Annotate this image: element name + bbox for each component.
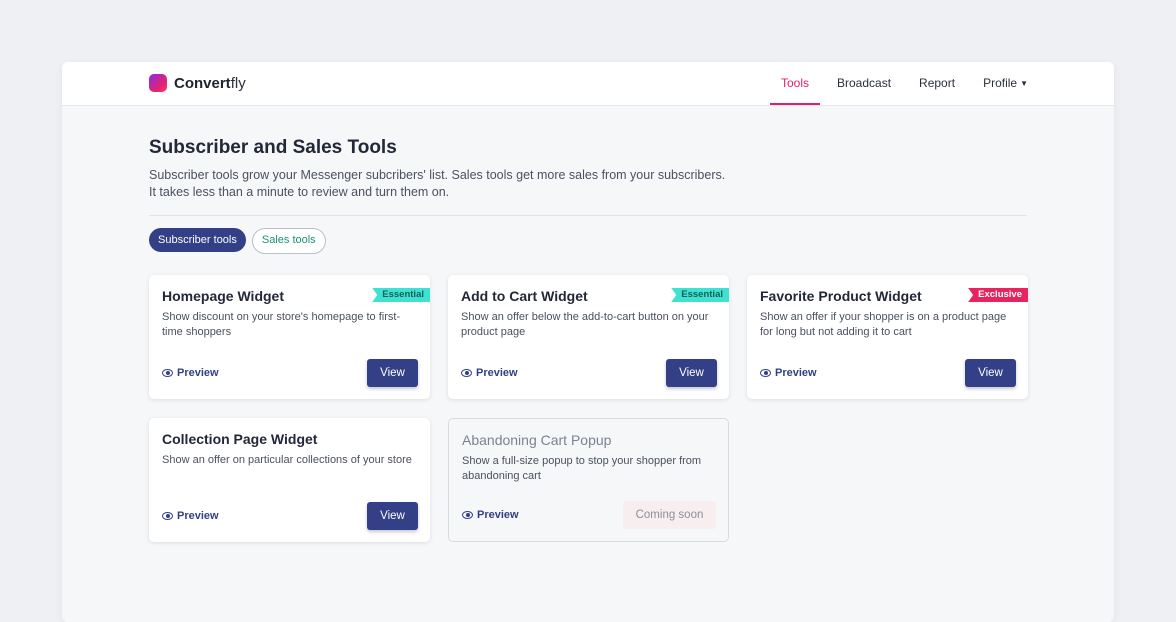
view-button[interactable]: View: [666, 359, 717, 387]
divider: [149, 215, 1027, 216]
main-content: Subscriber and Sales Tools Subscriber to…: [149, 105, 1028, 542]
tool-filter: Subscriber tools Sales tools: [149, 228, 1027, 254]
preview-label: Preview: [177, 510, 219, 522]
tool-cards: Homepage Widget Essential Show discount …: [149, 275, 1028, 545]
eye-icon: [462, 511, 473, 519]
page-description-line-2: It takes less than a minute to review an…: [149, 185, 450, 199]
view-button[interactable]: View: [367, 359, 418, 387]
chevron-down-icon: ▼: [1020, 79, 1028, 88]
brand-name: Convertfly: [174, 74, 246, 92]
card-title: Add to Cart Widget: [461, 288, 588, 304]
exclusive-badge: Exclusive: [968, 288, 1028, 302]
essential-badge: Essential: [372, 288, 430, 302]
main-nav: Tools Broadcast Report Profile ▼: [753, 62, 1028, 105]
preview-link[interactable]: Preview: [462, 509, 519, 521]
brand-logo[interactable]: Convertfly: [149, 74, 246, 92]
preview-link[interactable]: Preview: [162, 510, 219, 522]
page-description: Subscriber tools grow your Messenger sub…: [149, 167, 1027, 201]
card-description: Show discount on your store's homepage t…: [162, 311, 401, 338]
card-description: Show an offer below the add-to-cart butt…: [461, 311, 709, 338]
preview-label: Preview: [477, 509, 519, 521]
page-title: Subscriber and Sales Tools: [149, 137, 397, 158]
app-window: Convertfly Tools Broadcast Report Profil…: [62, 62, 1114, 622]
filter-sales-tools[interactable]: Sales tools: [251, 228, 326, 254]
preview-link[interactable]: Preview: [461, 367, 518, 379]
eye-icon: [760, 369, 771, 377]
eye-icon: [162, 512, 173, 520]
tool-card-homepage-widget: Homepage Widget Essential Show discount …: [149, 275, 430, 399]
tool-card-collection-page-widget: Collection Page Widget Show an offer on …: [149, 418, 430, 542]
card-title: Homepage Widget: [162, 288, 284, 304]
eye-icon: [461, 369, 472, 377]
preview-label: Preview: [177, 367, 219, 379]
preview-link[interactable]: Preview: [162, 367, 219, 379]
preview-label: Preview: [476, 367, 518, 379]
filter-subscriber-tools[interactable]: Subscriber tools: [149, 228, 246, 252]
card-description: Show a full-size popup to stop your shop…: [462, 455, 702, 482]
coming-soon-label: Coming soon: [623, 501, 716, 529]
card-title: Collection Page Widget: [162, 431, 318, 447]
view-button[interactable]: View: [965, 359, 1016, 387]
tool-card-favorite-product-widget: Favorite Product Widget Exclusive Show a…: [747, 275, 1028, 399]
card-description: Show an offer if your shopper is on a pr…: [760, 311, 1007, 338]
nav-broadcast[interactable]: Broadcast: [837, 62, 891, 105]
tool-card-abandoning-cart-popup: Abandoning Cart Popup Show a full-size p…: [448, 418, 729, 542]
nav-report[interactable]: Report: [919, 62, 955, 105]
page-description-line-1: Subscriber tools grow your Messenger sub…: [149, 168, 726, 182]
preview-link[interactable]: Preview: [760, 367, 817, 379]
card-title: Abandoning Cart Popup: [462, 432, 612, 448]
view-button[interactable]: View: [367, 502, 418, 530]
nav-tools[interactable]: Tools: [769, 62, 821, 105]
logo-icon: [149, 74, 167, 92]
preview-label: Preview: [775, 367, 817, 379]
nav-profile[interactable]: Profile ▼: [983, 62, 1028, 105]
nav-profile-label: Profile: [983, 76, 1018, 90]
card-description: Show an offer on particular collections …: [162, 454, 412, 466]
tool-card-add-to-cart-widget: Add to Cart Widget Essential Show an off…: [448, 275, 729, 399]
top-navbar: Convertfly Tools Broadcast Report Profil…: [62, 62, 1114, 106]
card-title: Favorite Product Widget: [760, 288, 922, 304]
essential-badge: Essential: [671, 288, 729, 302]
eye-icon: [162, 369, 173, 377]
